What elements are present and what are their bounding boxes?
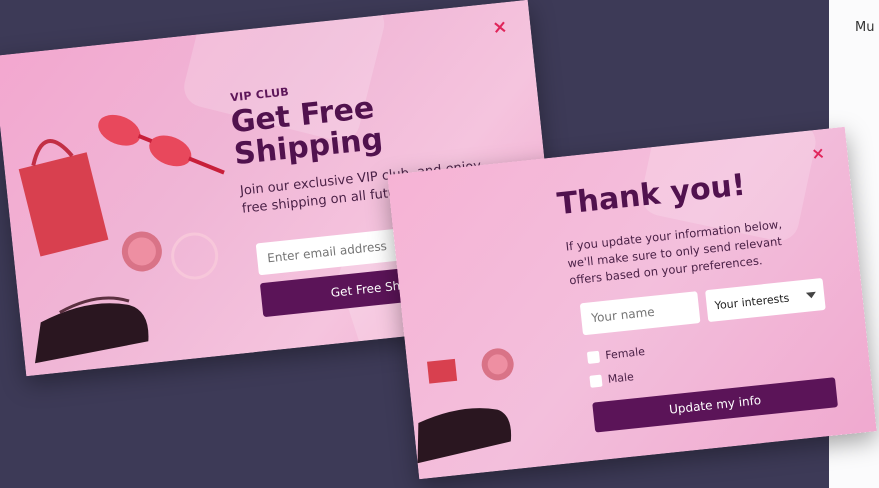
- panel-label: Mu: [855, 20, 875, 35]
- product-collage-image: [18, 114, 225, 364]
- product-collage-image: [417, 348, 514, 464]
- close-icon[interactable]: ×: [491, 16, 508, 38]
- thank-you-popup: × Thank you! If you update your informat…: [387, 126, 877, 480]
- checkbox-box[interactable]: [586, 350, 601, 364]
- chevron-down-icon: [805, 291, 817, 299]
- close-icon[interactable]: ×: [810, 143, 825, 163]
- checkbox-box[interactable]: [589, 374, 603, 388]
- interests-select-label: Your interests: [714, 291, 790, 312]
- checkbox-label: Male: [607, 370, 635, 386]
